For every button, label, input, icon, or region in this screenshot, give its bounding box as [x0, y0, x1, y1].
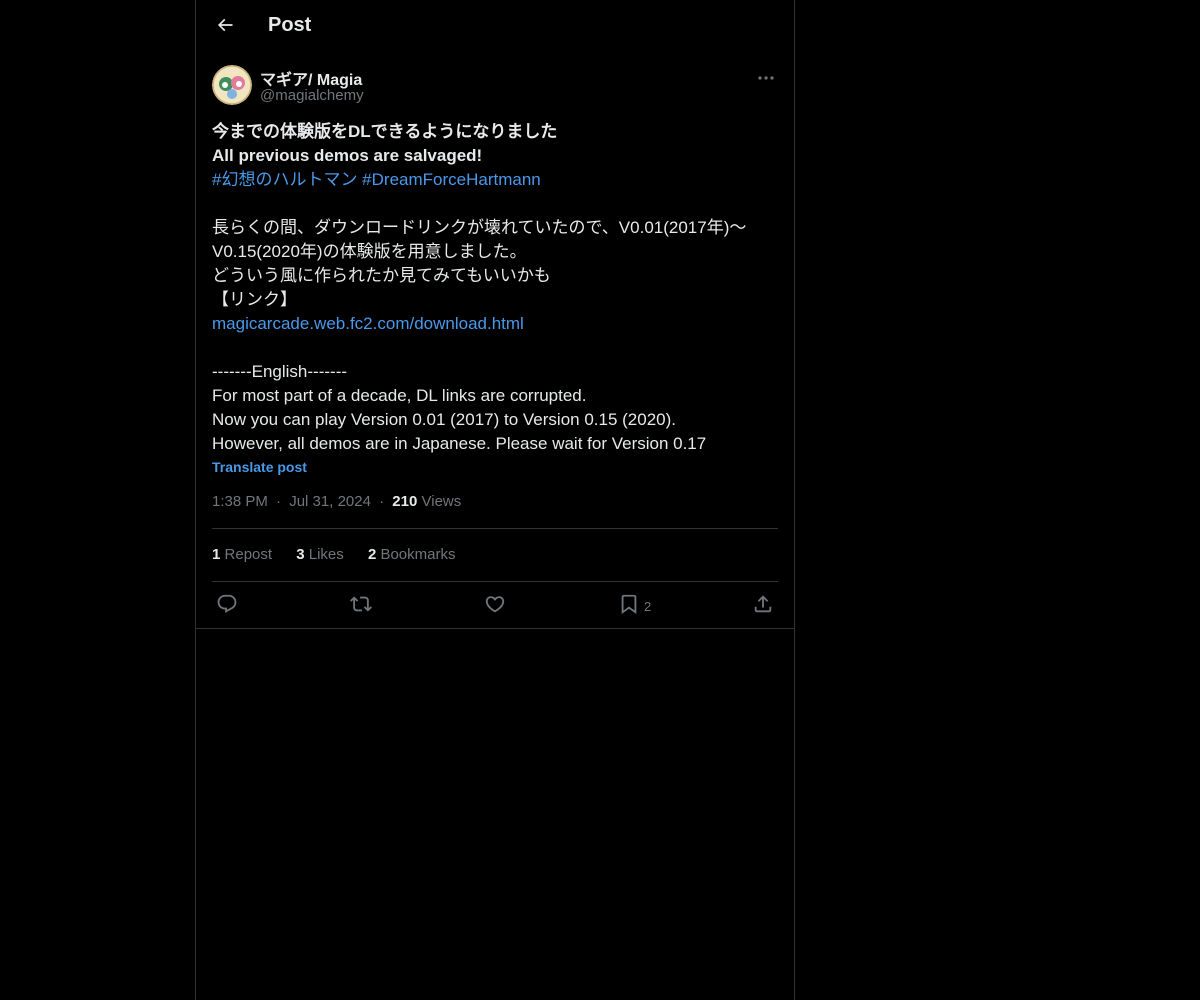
post-text-line: 【リンク】: [212, 290, 297, 309]
post-date[interactable]: Jul 31, 2024: [289, 493, 371, 510]
divider: [212, 581, 778, 582]
reply-icon: [216, 593, 238, 620]
hashtag-links[interactable]: #幻想のハルトマン #DreamForceHartmann: [212, 168, 778, 192]
views-count: 210: [392, 493, 418, 510]
page-title: Post: [268, 14, 312, 36]
translate-post-link[interactable]: Translate post: [212, 459, 307, 475]
post-text-line: 今までの体験版をDLできるようになりました: [212, 122, 558, 141]
bookmarks-label: Bookmarks: [380, 546, 456, 563]
meta-separator: ·: [276, 493, 282, 510]
post-text-line: For most part of a decade, DL links are …: [212, 386, 587, 405]
divider: [212, 528, 778, 529]
post-text-line: However, all demos are in Japanese. Plea…: [212, 434, 707, 453]
post-stats: 1 Repost 3 Likes 2 Bookmarks: [212, 546, 475, 563]
primary-column: Post マギア/ Magia @magialchemy 今までの体験版をDLで…: [195, 0, 795, 1000]
like-button[interactable]: [484, 594, 506, 618]
bookmarks-count: 2: [367, 546, 377, 563]
views-label: Views: [421, 493, 462, 510]
repost-icon: [350, 593, 372, 620]
bookmarks-stat[interactable]: 2 Bookmarks: [368, 546, 456, 563]
download-link[interactable]: magicarcade.web.fc2.com/download.html: [212, 312, 778, 336]
post-text: 今までの体験版をDLできるようになりました All previous demos…: [212, 120, 778, 456]
more-horizontal-icon: [758, 67, 774, 85]
share-icon: [752, 593, 774, 620]
post-text-line: Now you can play Version 0.01 (2017) to …: [212, 410, 677, 429]
bookmark-count: 2: [644, 598, 652, 614]
post-text-blank-line: [212, 192, 778, 216]
post-text-line: 長らくの間、ダウンロードリンクが壊れていたので、V0.01(2017年)〜: [212, 218, 747, 237]
post-time[interactable]: 1:38 PM: [212, 493, 268, 510]
likes-stat[interactable]: 3 Likes: [296, 546, 344, 563]
post-text-line: -------English-------: [212, 362, 348, 381]
reposts-label: Repost: [224, 546, 273, 563]
avatar[interactable]: [212, 65, 252, 105]
heart-icon: [484, 593, 506, 620]
post-text-line: V0.15(2020年)の体験版を用意しました。: [212, 242, 527, 261]
meta-separator: ·: [379, 493, 385, 510]
post-text-line: All previous demos are salvaged!: [212, 146, 483, 165]
action-bar: 2: [212, 594, 778, 618]
post-text-blank-line: [212, 336, 778, 360]
share-button[interactable]: [752, 594, 774, 618]
post-header: Post: [196, 0, 794, 54]
reposts-count: 1: [212, 546, 221, 563]
reply-button[interactable]: [216, 594, 238, 618]
author-handle[interactable]: @magialchemy: [260, 87, 364, 104]
bookmark-icon: [618, 593, 640, 620]
post-bottom-border: [196, 628, 794, 629]
likes-label: Likes: [308, 546, 344, 563]
post-meta: 1:38 PM · Jul 31, 2024 · 210 Views: [212, 493, 461, 510]
post-text-line: どういう風に作られたか見てみてもいいかも: [212, 266, 551, 285]
more-options-button[interactable]: [754, 66, 778, 86]
arrow-left-icon: [215, 15, 235, 40]
reposts-stat[interactable]: 1 Repost: [212, 546, 272, 563]
repost-button[interactable]: [350, 594, 372, 618]
back-button[interactable]: [208, 10, 242, 44]
likes-count: 3: [296, 546, 305, 563]
bookmark-button[interactable]: 2: [618, 594, 651, 618]
